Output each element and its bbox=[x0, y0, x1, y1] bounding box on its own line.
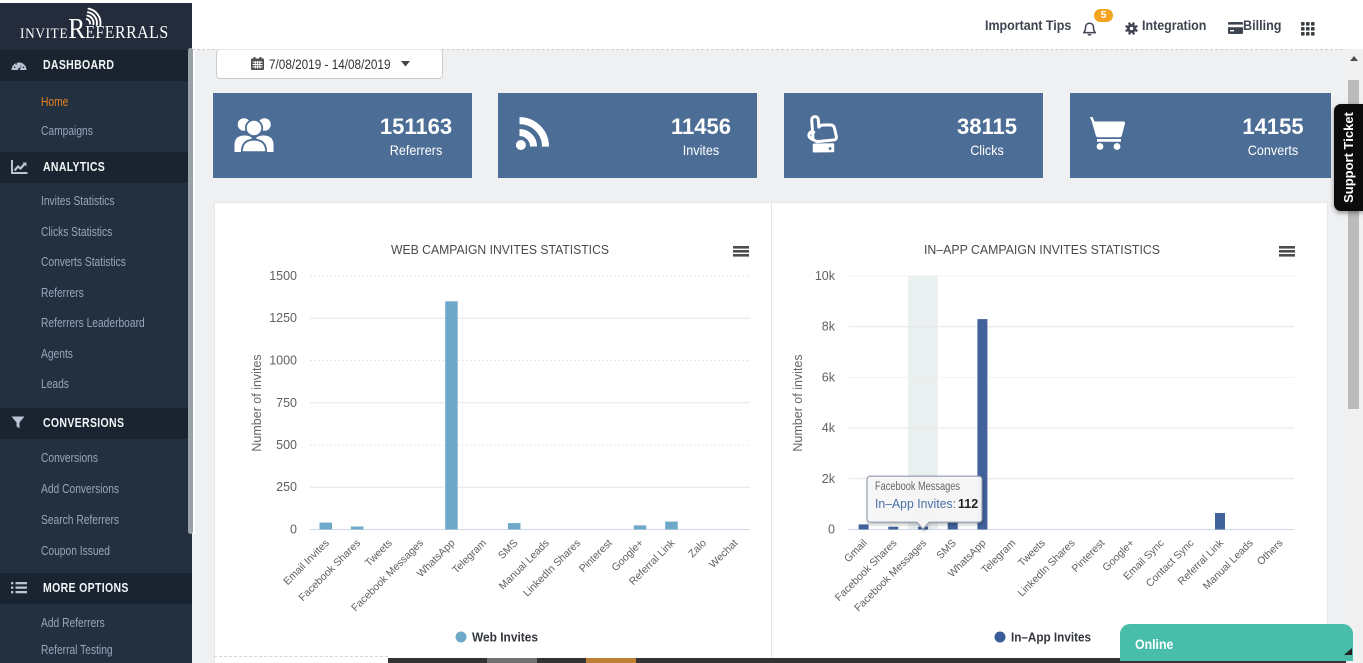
svg-text:2k: 2k bbox=[822, 472, 836, 486]
svg-text:SMS: SMS bbox=[496, 537, 521, 562]
svg-text:10k: 10k bbox=[815, 269, 836, 283]
svg-text:Others: Others bbox=[1255, 537, 1286, 568]
svg-text:In–App Invites:: In–App Invites: bbox=[875, 497, 956, 511]
svg-text:In–App Invites: In–App Invites bbox=[1011, 631, 1091, 645]
svg-text:Number of invites: Number of invites bbox=[250, 354, 264, 451]
svg-text:Pinterest: Pinterest bbox=[577, 537, 615, 575]
svg-text:250: 250 bbox=[276, 480, 297, 494]
svg-text:1500: 1500 bbox=[269, 269, 297, 283]
svg-text:LinkedIn Shares: LinkedIn Shares bbox=[521, 537, 583, 599]
svg-text:Gmail: Gmail bbox=[842, 537, 870, 565]
svg-text:IN–APP CAMPAIGN INVITES STATIS: IN–APP CAMPAIGN INVITES STATISTICS bbox=[924, 242, 1160, 257]
svg-text:6k: 6k bbox=[822, 370, 836, 384]
svg-text:Web Invites: Web Invites bbox=[472, 631, 538, 645]
svg-text:Telegram: Telegram bbox=[450, 537, 489, 576]
svg-text:Zalo: Zalo bbox=[686, 537, 709, 560]
svg-text:112: 112 bbox=[958, 497, 978, 511]
svg-text:500: 500 bbox=[276, 438, 297, 452]
svg-text:0: 0 bbox=[828, 523, 835, 537]
svg-text:4k: 4k bbox=[822, 421, 836, 435]
svg-text:Facebook Messages: Facebook Messages bbox=[875, 481, 960, 493]
svg-text:Number of invites: Number of invites bbox=[791, 354, 805, 451]
svg-text:Wechat: Wechat bbox=[707, 537, 741, 571]
svg-text:750: 750 bbox=[276, 396, 297, 410]
svg-text:1250: 1250 bbox=[269, 311, 297, 325]
svg-text:SMS: SMS bbox=[934, 537, 959, 562]
svg-text:1000: 1000 bbox=[269, 354, 297, 368]
svg-text:WEB CAMPAIGN INVITES STATISTIC: WEB CAMPAIGN INVITES STATISTICS bbox=[391, 242, 609, 257]
svg-text:8k: 8k bbox=[822, 320, 836, 334]
svg-text:0: 0 bbox=[290, 523, 297, 537]
svg-text:Pinterest: Pinterest bbox=[1070, 537, 1108, 575]
